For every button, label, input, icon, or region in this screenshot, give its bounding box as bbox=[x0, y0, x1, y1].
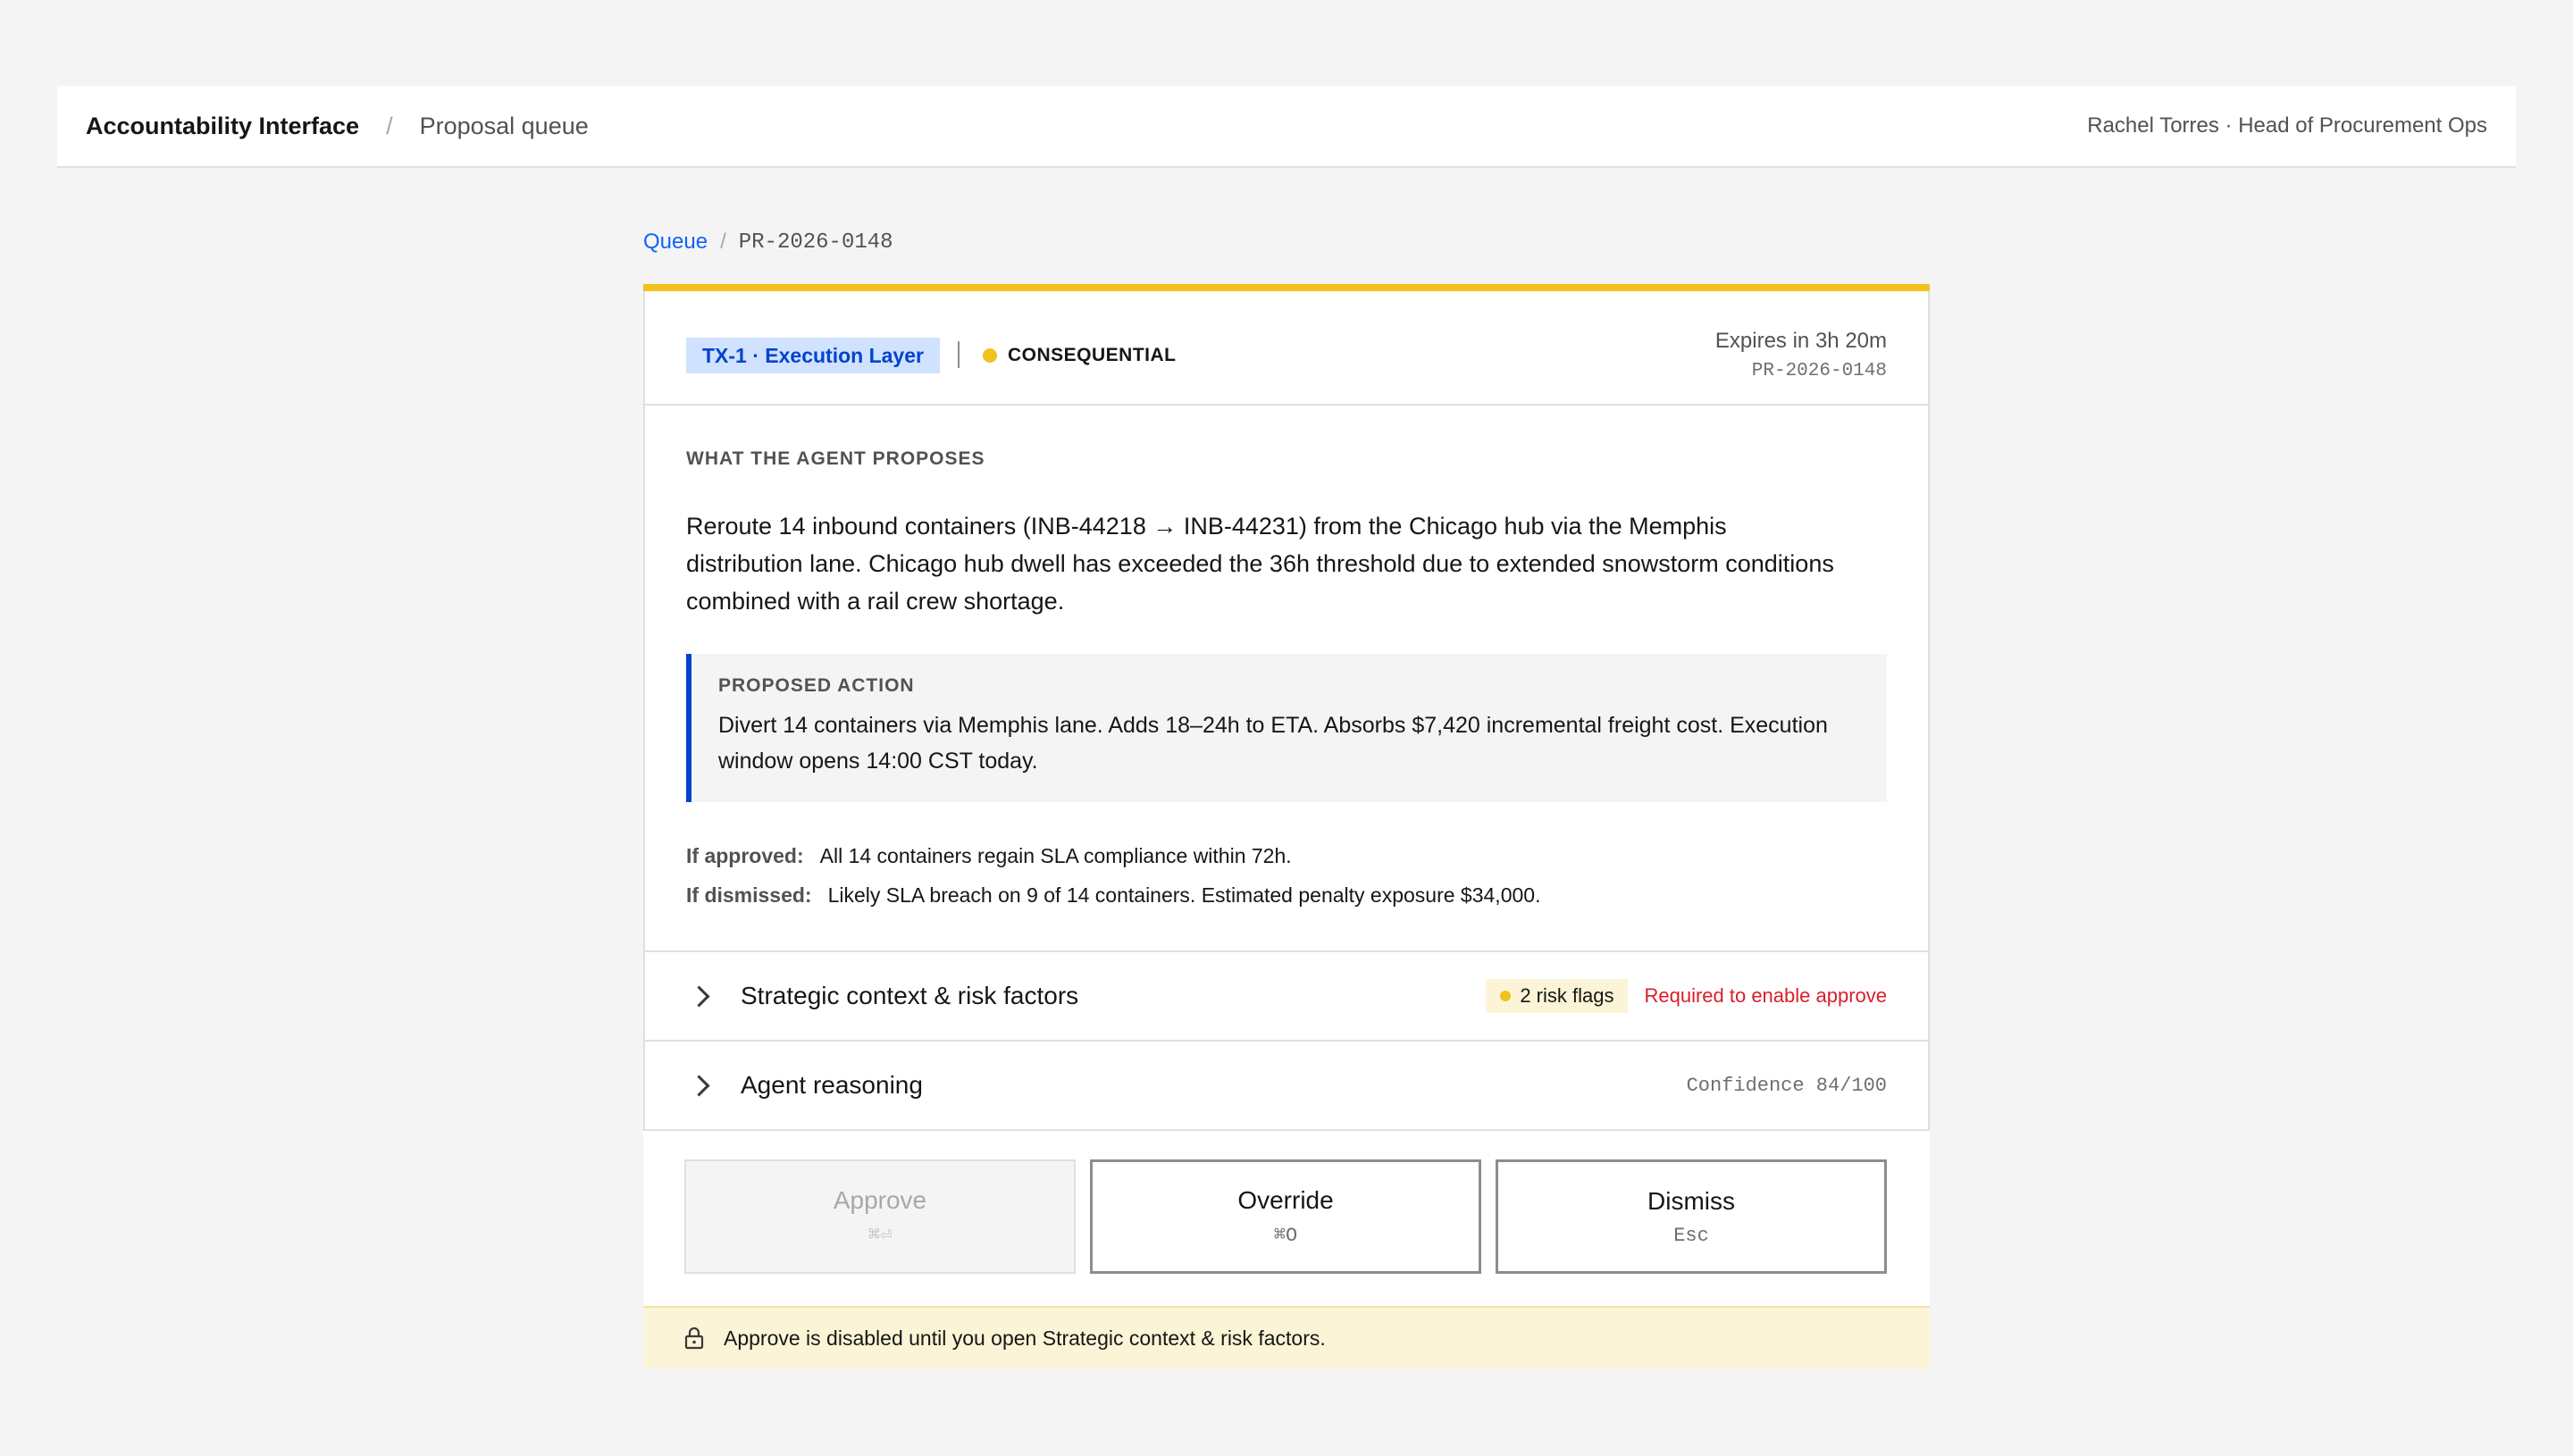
outcome-approved-text: All 14 containers regain SLA compliance … bbox=[819, 844, 1292, 867]
chevron-right-icon bbox=[688, 984, 710, 1008]
severity-indicator: CONSEQUENTIAL bbox=[983, 338, 1177, 373]
top-bar: Accountability Interface / Proposal queu… bbox=[57, 86, 2516, 168]
tier-tag: TX-1 · Execution Layer bbox=[686, 338, 940, 373]
accordion-strategic-title: Strategic context & risk factors bbox=[741, 982, 1079, 1009]
outcomes: If approved: All 14 containers regain SLA… bbox=[686, 836, 1887, 915]
breadcrumb-queue-link[interactable]: Queue bbox=[643, 230, 708, 255]
dismiss-button[interactable]: Dismiss Esc bbox=[1496, 1159, 1887, 1274]
proposed-action-box: PROPOSED ACTION Divert 14 containers via… bbox=[686, 654, 1887, 802]
override-button-label: Override bbox=[1237, 1186, 1334, 1214]
approve-shortcut: ⌘⏎ bbox=[867, 1225, 893, 1247]
expiry-text: Expires in 3h 20m bbox=[1714, 329, 1887, 353]
approve-disabled-notice: Approve is disabled until you open Strat… bbox=[643, 1306, 1930, 1368]
risk-flags-badge: 2 risk flags bbox=[1486, 979, 1629, 1013]
outcome-dismissed-label: If dismissed: bbox=[686, 883, 812, 907]
required-note: Required to enable approve bbox=[1644, 984, 1887, 1007]
app-title: Accountability Interface bbox=[86, 112, 360, 139]
dismiss-button-label: Dismiss bbox=[1647, 1186, 1735, 1215]
breadcrumb-separator: / bbox=[720, 230, 726, 254]
severity-dot-icon bbox=[983, 348, 997, 363]
accordion-reasoning-title: Agent reasoning bbox=[741, 1071, 923, 1099]
confidence-score: Confidence 84/100 bbox=[1686, 1074, 1887, 1097]
outcome-approved-label: If approved: bbox=[686, 844, 804, 867]
breadcrumb: Queue / PR-2026-0148 bbox=[643, 229, 893, 255]
override-shortcut: ⌘O bbox=[1273, 1225, 1298, 1247]
approve-button-label: Approve bbox=[833, 1186, 927, 1214]
accordion-reasoning-meta: Confidence 84/100 bbox=[1687, 1075, 1887, 1097]
accordion-strategic-meta: 2 risk flags Required to enable approve bbox=[1486, 979, 1887, 1013]
proposal-id: PR-2026-0148 bbox=[1751, 361, 1887, 381]
breadcrumb-current: PR-2026-0148 bbox=[738, 230, 893, 255]
proposal-card: TX-1 · Execution Layer CONSEQUENTIAL Exp… bbox=[643, 284, 1930, 1368]
severity-label: CONSEQUENTIAL bbox=[1008, 345, 1177, 365]
risk-flags-text: 2 risk flags bbox=[1520, 984, 1614, 1007]
proposal-text: Reroute 14 inbound containers (INB-44218… bbox=[686, 513, 1834, 615]
proposed-action-label: PROPOSED ACTION bbox=[718, 675, 915, 696]
notice-text: Approve is disabled until you open Strat… bbox=[724, 1326, 1326, 1350]
chevron-right-icon bbox=[688, 1074, 710, 1097]
outcome-dismissed-text: Likely SLA breach on 9 of 14 containers.… bbox=[827, 883, 1541, 907]
outcome-approved: If approved: All 14 containers regain SLA… bbox=[686, 836, 1887, 875]
outcome-dismissed: If dismissed: Likely SLA breach on 9 of 1… bbox=[686, 875, 1887, 915]
card-header: TX-1 · Execution Layer CONSEQUENTIAL Exp… bbox=[643, 291, 1930, 406]
approve-button[interactable]: Approve ⌘⏎ bbox=[684, 1159, 1076, 1274]
accordion-strategic-context[interactable]: Strategic context & risk factors 2 risk … bbox=[643, 952, 1930, 1042]
risk-dot-icon bbox=[1500, 991, 1512, 1001]
top-section-link[interactable]: Proposal queue bbox=[420, 113, 589, 140]
header-divider bbox=[958, 341, 960, 368]
proposed-action-text: Divert 14 containers via Memphis lane. A… bbox=[718, 713, 1828, 774]
user-info[interactable]: Rachel Torres · Head of Procurement Ops bbox=[2087, 113, 2487, 138]
top-separator: / bbox=[386, 112, 393, 139]
accordion-agent-reasoning[interactable]: Agent reasoning Confidence 84/100 bbox=[643, 1042, 1930, 1131]
proposal-section-label: WHAT THE AGENT PROPOSES bbox=[686, 448, 985, 469]
dismiss-shortcut: Esc bbox=[1673, 1224, 1709, 1247]
action-buttons: Approve ⌘⏎ Override ⌘O Dismiss Esc bbox=[643, 1131, 1930, 1306]
lock-icon bbox=[684, 1326, 704, 1350]
proposal-body: WHAT THE AGENT PROPOSES Reroute 14 inbou… bbox=[643, 406, 1930, 952]
override-button[interactable]: Override ⌘O bbox=[1090, 1159, 1481, 1274]
